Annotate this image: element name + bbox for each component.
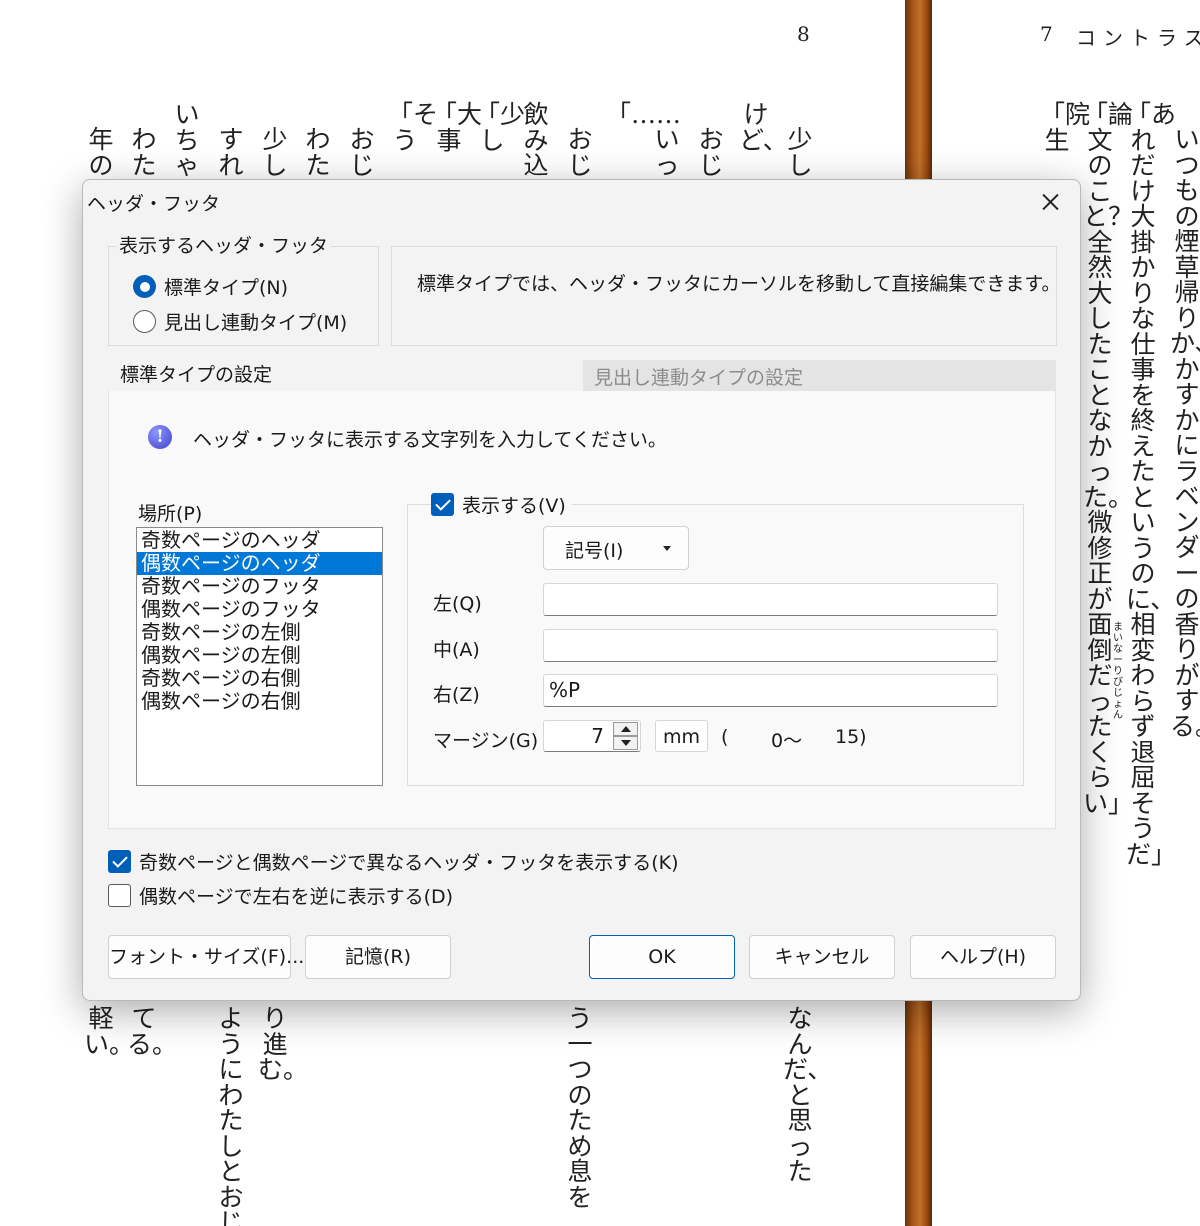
spin-up-icon[interactable] [613, 722, 638, 736]
radio-heading-linked-label: 見出し連動タイプ(M) [164, 312, 348, 334]
left-page-number: 8 [797, 22, 810, 46]
tab-heading-linked-label: 見出し連動タイプの設定 [594, 367, 804, 389]
left-field-label: 左(Q) [433, 593, 482, 615]
text-column: 「…… [606, 100, 682, 129]
text-column: なんだ、と思った [783, 1004, 833, 1186]
text-column: 「そう [388, 100, 439, 155]
cancel-button[interactable]: キャンセル [749, 935, 895, 979]
font-size-button[interactable]: フォント・サイズ(F)... [108, 935, 304, 979]
mirror-checkbox-row[interactable]: 偶数ページで左右を逆に表示する(D) [108, 882, 454, 909]
range-min: 0〜 [771, 730, 803, 752]
mirror-label: 偶数ページで左右を逆に表示する(D) [139, 886, 454, 908]
show-label: 表示する(V) [462, 495, 566, 517]
display-settings-group: 表示する(V) 記号(I) 左(Q) 中(A) 右(Z) %P マージン(G) … [407, 491, 1024, 786]
show-checkbox-row[interactable]: 表示する(V) [431, 491, 572, 518]
checkbox-checked-icon[interactable] [108, 850, 131, 873]
text-column: 軽い。 [84, 1004, 135, 1059]
text-column: いちゃ [174, 100, 200, 180]
standard-settings-panel: ! ヘッダ・フッタに表示する文字列を入力してください。 場所(P) 奇数ページの… [108, 391, 1056, 829]
location-item[interactable]: 偶数ページの左側 [137, 644, 382, 667]
instruction-message: ヘッダ・フッタに表示する文字列を入力してください。 [193, 429, 667, 451]
text-column: 少し [262, 125, 288, 180]
checkbox-checked-icon[interactable] [431, 493, 454, 516]
location-item[interactable]: 偶数ページの右側 [137, 690, 382, 713]
right-field-label: 右(Z) [433, 684, 480, 706]
tab-heading-linked-settings[interactable]: 見出し連動タイプの設定 [583, 360, 1056, 392]
left-text-field[interactable] [543, 583, 998, 616]
ruby-text: まいなーりびじょん [1113, 622, 1123, 721]
text-column: り進む。 [258, 1004, 309, 1084]
text-column: いつもの煙草帰りか、かすかにラベンダーの香りがする。 [1170, 125, 1200, 741]
location-item[interactable]: 奇数ページの左側 [137, 621, 382, 644]
text-column: すれ [218, 125, 244, 180]
remember-button[interactable]: 記憶(R) [305, 935, 451, 979]
display-type-legend: 表示するヘッダ・フッタ [116, 231, 332, 258]
info-icon: ! [148, 425, 172, 449]
right-page-number: 7 [1040, 22, 1053, 46]
running-head: コントラス [1076, 26, 1200, 50]
header-footer-dialog: ヘッダ・フッタ 表示するヘッダ・フッタ 標準タイプ(N) 見出し連動タイプ(M)… [82, 179, 1081, 1001]
radio-unselected-icon[interactable] [133, 310, 156, 333]
text-column: いっ [654, 125, 680, 180]
location-label: 場所(P) [138, 503, 203, 525]
range-max: 15) [835, 726, 867, 748]
text-column: う一つのため息を [567, 1004, 593, 1212]
type-description-box: 標準タイプでは、ヘッダ・フッタにカーソルを移動して直接編集できます。 [391, 246, 1061, 346]
center-text-field[interactable] [543, 629, 998, 662]
location-item[interactable]: 偶数ページのフッタ [137, 598, 382, 621]
type-description-text: 標準タイプでは、ヘッダ・フッタにカーソルを移動して直接編集できます。 [417, 273, 1061, 295]
radio-heading-linked-type[interactable]: 見出し連動タイプ(M) [133, 308, 347, 335]
text-column: ようにわたしとおじ [218, 1004, 244, 1226]
range-open: ( [721, 726, 729, 748]
tab-standard-settings[interactable]: 標準タイプの設定 [108, 359, 583, 391]
text-column: おじ [567, 125, 593, 180]
text-column: 少し [787, 125, 813, 180]
margin-spinner[interactable]: 7 [543, 720, 641, 752]
help-button[interactable]: ヘルプ(H) [910, 935, 1056, 979]
odd-even-checkbox-row[interactable]: 奇数ページと偶数ページで異なるヘッダ・フッタを表示する(K) [108, 848, 679, 875]
odd-even-label: 奇数ページと偶数ページで異なるヘッダ・フッタを表示する(K) [139, 852, 679, 874]
spin-down-icon[interactable] [613, 736, 638, 750]
dialog-title: ヘッダ・フッタ [87, 193, 221, 215]
symbol-dropdown-button[interactable]: 記号(I) [543, 526, 689, 570]
margin-value[interactable]: 7 [591, 724, 604, 748]
location-item[interactable]: 奇数ページのヘッダ [137, 529, 382, 552]
text-column: おじ [349, 125, 375, 180]
radio-standard-type[interactable]: 標準タイプ(N) [133, 273, 288, 300]
text-column: 「院生 [1040, 100, 1091, 155]
checkbox-unchecked-icon[interactable] [108, 884, 131, 907]
margin-label: マージン(G) [433, 730, 539, 752]
center-field-label: 中(A) [433, 639, 480, 661]
margin-unit: mm [655, 720, 708, 752]
ok-button[interactable]: OK [589, 935, 735, 979]
text-column: おじ [698, 125, 724, 180]
display-type-group: 表示するヘッダ・フッタ 標準タイプ(N) 見出し連動タイプ(M) [108, 231, 379, 346]
location-item-selected[interactable]: 偶数ページのヘッダ [137, 552, 382, 575]
radio-standard-label: 標準タイプ(N) [164, 277, 289, 299]
location-listbox[interactable]: 奇数ページのヘッダ 偶数ページのヘッダ 奇数ページのフッタ 偶数ページのフッタ … [136, 527, 383, 786]
close-icon[interactable] [1027, 182, 1073, 222]
symbol-button-label: 記号(I) [565, 540, 624, 562]
radio-selected-icon[interactable] [133, 275, 156, 298]
tab-standard-label: 標準タイプの設定 [120, 364, 273, 386]
location-item[interactable]: 奇数ページのフッタ [137, 575, 382, 598]
text-column: わた [305, 125, 331, 180]
text-column: わた [131, 125, 157, 180]
location-item[interactable]: 奇数ページの右側 [137, 667, 382, 690]
text-column: けど、 [739, 100, 788, 155]
chevron-down-icon [663, 546, 671, 551]
text-column: 年の [88, 125, 114, 180]
right-text-field[interactable]: %P [543, 674, 998, 707]
